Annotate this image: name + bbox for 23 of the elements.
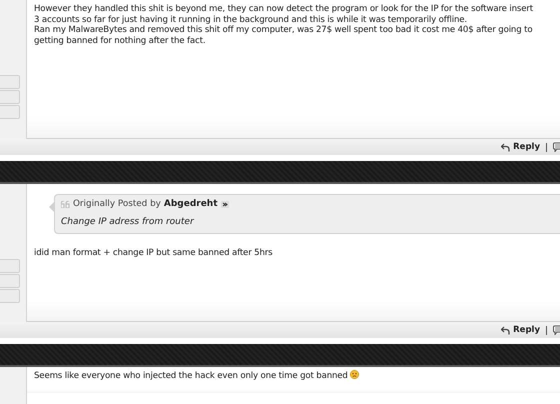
quote-icon: [61, 201, 70, 208]
post-text: Seems like everyone who injected the hack even only one time got banned: [34, 370, 560, 382]
side-button[interactable]: [0, 90, 20, 104]
side-button[interactable]: [0, 289, 20, 303]
side-button[interactable]: [0, 274, 20, 288]
reply-button[interactable]: Reply: [501, 324, 540, 336]
reply-icon: [501, 142, 510, 152]
quote-reply-icon[interactable]: [553, 142, 560, 152]
reply-button[interactable]: Reply: [501, 140, 540, 154]
quote-reply-icon[interactable]: [553, 325, 560, 335]
side-button[interactable]: [0, 105, 20, 119]
author-name: Abgedreht: [164, 198, 218, 211]
post-text: getting banned for nothing after the fact.: [34, 36, 206, 46]
post-text: However they handled this shit is beyond me, they can now detect the program or look for the IP for the software insert: [34, 4, 534, 14]
reply-icon: [501, 326, 510, 334]
post-text: Ran my MalwareBytes and removed this shit off my computer, was 27$ well spent too bad it cost me 40$ after going to: [34, 25, 534, 36]
post-text: idid man format + change IP but same banned after 5hrs: [34, 248, 274, 258]
side-button[interactable]: [0, 75, 20, 89]
quote-text: Change IP adress from router: [61, 216, 196, 228]
post-text: 3 accounts so far for just having it running in the background and this is while it was temporarily offline.: [34, 14, 468, 25]
view-post-icon[interactable]: [220, 201, 229, 208]
quote-label: Originally Posted by: [73, 198, 161, 212]
side-button[interactable]: [0, 259, 20, 273]
